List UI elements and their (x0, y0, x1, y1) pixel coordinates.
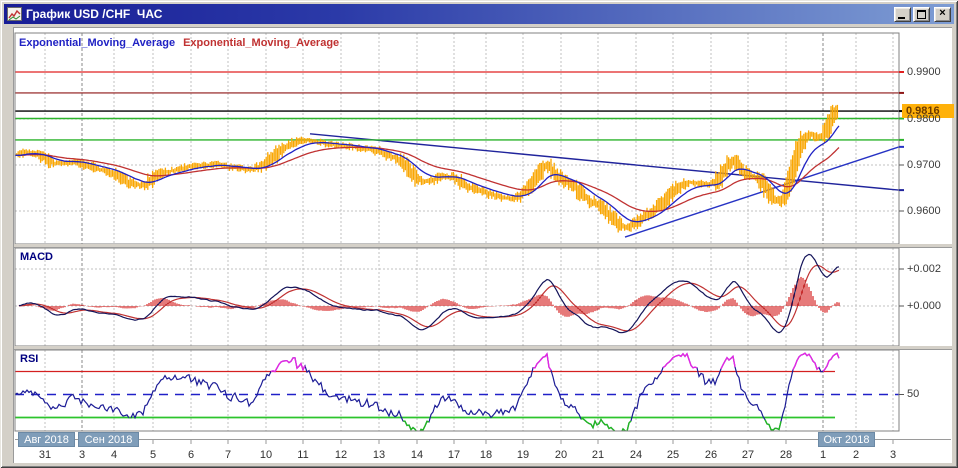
chart-window: График USD /CHF ЧАС × Exponential_Moving… (0, 0, 958, 468)
date-axis-label: 17 (448, 449, 460, 461)
date-axis-label: 26 (705, 449, 717, 461)
date-axis-label: 5 (150, 449, 156, 461)
date-axis-label: 11 (297, 449, 308, 461)
month-badge: Сен 2018 (78, 432, 139, 447)
date-axis-label: 21 (592, 449, 604, 461)
price-axis-tick: 0.9900 (907, 66, 941, 79)
rsi-panel-label: RSI (20, 353, 38, 365)
indicator-legend: Exponential_Moving_Average Exponential_Mo… (19, 37, 347, 49)
chart-icon (7, 7, 22, 21)
date-axis-label: 3 (890, 449, 896, 461)
date-axis-label: 13 (373, 449, 385, 461)
date-axis-label: 3 (79, 449, 85, 461)
date-axis-label: 25 (667, 449, 679, 461)
date-axis-label: 19 (517, 449, 529, 461)
date-axis-label: 2 (853, 449, 859, 461)
legend-ema-slow: Exponential_Moving_Average (183, 37, 339, 49)
macd-panel-label: MACD (20, 251, 53, 263)
price-axis-tick: 0.9700 (907, 159, 941, 172)
date-axis-label: 6 (188, 449, 194, 461)
chart-client-area[interactable] (13, 27, 952, 463)
date-axis-label: 12 (335, 449, 347, 461)
date-axis-label: 28 (780, 449, 792, 461)
date-axis-label: 27 (742, 449, 754, 461)
date-axis-label: 18 (480, 449, 492, 461)
rsi-axis-tick: 50 (907, 388, 919, 401)
price-axis-tick: 0.9800 (907, 113, 941, 126)
window-controls: × (894, 7, 951, 22)
macd-axis-tick: +0.000 (907, 300, 941, 313)
date-axis-label: 14 (411, 449, 423, 461)
date-axis-label: 10 (260, 449, 272, 461)
macd-axis-tick: +0.002 (907, 263, 941, 276)
date-axis-label: 20 (555, 449, 567, 461)
legend-ema-fast: Exponential_Moving_Average (19, 37, 175, 49)
window-titlebar[interactable]: График USD /CHF ЧАС × (4, 4, 954, 24)
date-axis-label: 31 (39, 449, 51, 461)
close-icon: × (935, 7, 950, 19)
date-axis-label: 7 (225, 449, 231, 461)
maximize-button[interactable] (913, 7, 930, 22)
close-button[interactable]: × (934, 7, 951, 22)
date-axis-label: 4 (111, 449, 117, 461)
minimize-button[interactable] (894, 7, 911, 22)
window-title: График USD /CHF ЧАС (26, 4, 894, 24)
price-axis-tick: 0.9600 (907, 205, 941, 218)
date-axis-label: 1 (820, 449, 826, 461)
month-badge: Окт 2018 (818, 432, 875, 447)
month-badge: Авг 2018 (18, 432, 75, 447)
maximize-icon (917, 10, 926, 19)
minimize-icon (898, 17, 905, 19)
date-axis-label: 24 (630, 449, 642, 461)
